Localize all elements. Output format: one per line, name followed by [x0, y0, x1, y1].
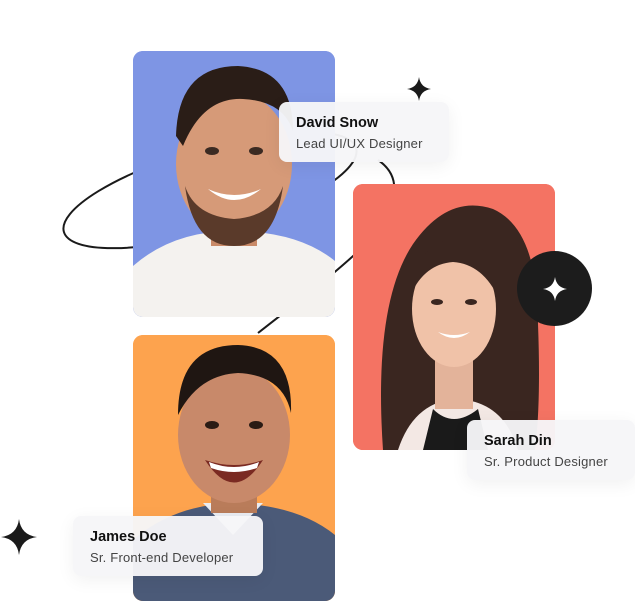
name-card-david: David Snow Lead UI/UX Designer — [279, 102, 449, 162]
name-card-sarah: Sarah Din Sr. Product Designer — [467, 420, 635, 480]
person-role: Sr. Product Designer — [484, 454, 608, 469]
person-role: Sr. Front-end Developer — [90, 550, 234, 565]
person-name: David Snow — [296, 115, 379, 131]
profile-photo-david — [133, 51, 335, 317]
profile-photo-sarah — [353, 184, 555, 450]
sparkle-badge — [517, 251, 592, 326]
sparkle-icon — [407, 77, 431, 101]
person-avatar-illustration — [353, 184, 555, 450]
name-card-james: James Doe Sr. Front-end Developer — [73, 516, 263, 576]
sparkle-icon — [1, 519, 37, 555]
person-name: James Doe — [90, 529, 167, 545]
person-role: Lead UI/UX Designer — [296, 136, 423, 151]
person-name: Sarah Din — [484, 433, 552, 449]
sparkle-badge-icon — [542, 276, 567, 301]
person-avatar-illustration — [133, 51, 335, 317]
